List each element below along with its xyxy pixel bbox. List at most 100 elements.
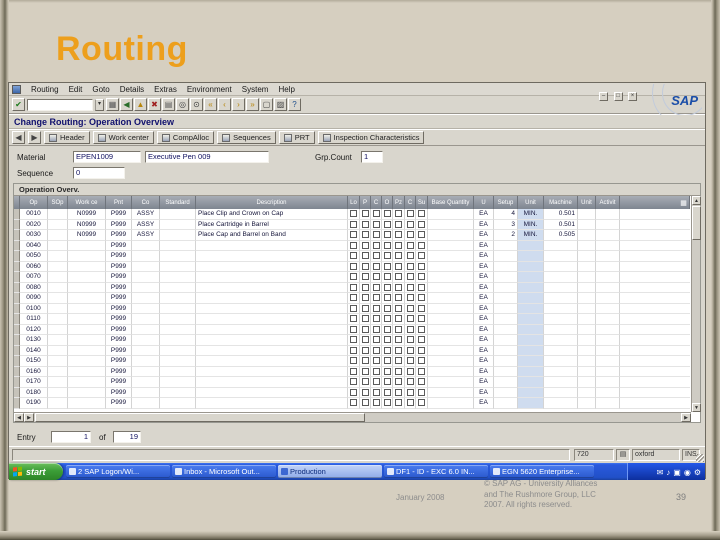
checkbox[interactable] (348, 303, 360, 314)
cell-sop[interactable] (48, 377, 68, 388)
checkbox[interactable] (393, 209, 405, 220)
last-page-icon[interactable]: » (246, 98, 259, 111)
cell-std[interactable] (160, 314, 196, 325)
column-header-p[interactable]: P (360, 196, 371, 209)
cell-bq[interactable] (428, 303, 474, 314)
checkbox[interactable] (405, 366, 416, 377)
checkbox[interactable] (393, 261, 405, 272)
cell-unit1[interactable]: MIN. (518, 219, 544, 230)
cell-bq[interactable] (428, 240, 474, 251)
checkbox[interactable] (416, 377, 428, 388)
checkbox[interactable] (405, 293, 416, 304)
cell-unit1[interactable] (518, 272, 544, 283)
table-row[interactable]: 0180 P999 EA (14, 387, 690, 398)
checkbox[interactable] (393, 356, 405, 367)
cell-pnt[interactable]: P999 (106, 366, 132, 377)
cancel-icon[interactable]: ✖ (148, 98, 161, 111)
checkbox[interactable] (382, 398, 393, 409)
cell-sop[interactable] (48, 387, 68, 398)
table-config-icon[interactable]: ▦ (678, 196, 690, 209)
checkbox[interactable] (405, 272, 416, 283)
cell-workce[interactable] (68, 272, 106, 283)
cell-u[interactable]: EA (474, 272, 494, 283)
cell-u[interactable]: EA (474, 282, 494, 293)
checkbox[interactable] (416, 261, 428, 272)
cell-activ[interactable] (596, 345, 620, 356)
cell-pnt[interactable]: P999 (106, 324, 132, 335)
cell-activ[interactable] (596, 387, 620, 398)
cell-activ[interactable] (596, 314, 620, 325)
cell-unit1[interactable] (518, 251, 544, 262)
cell-pnt[interactable]: P999 (106, 261, 132, 272)
cell-unit2[interactable] (578, 219, 596, 230)
checkbox[interactable] (360, 366, 371, 377)
cell-u[interactable]: EA (474, 314, 494, 325)
cell-workce[interactable] (68, 303, 106, 314)
checkbox[interactable] (371, 272, 382, 283)
group-counter-input[interactable]: 1 (361, 151, 383, 163)
table-row[interactable]: 0070 P999 EA (14, 272, 690, 283)
cell-unit2[interactable] (578, 230, 596, 241)
checkbox[interactable] (416, 324, 428, 335)
checkbox[interactable] (348, 261, 360, 272)
table-row[interactable]: 0040 P999 EA (14, 240, 690, 251)
cell-pnt[interactable]: P999 (106, 230, 132, 241)
table-row[interactable]: 0130 P999 EA (14, 335, 690, 346)
cell-unit2[interactable] (578, 345, 596, 356)
cell-op[interactable]: 0030 (20, 230, 48, 241)
checkbox[interactable] (416, 356, 428, 367)
checkbox[interactable] (393, 303, 405, 314)
table-row[interactable]: 0160 P999 EA (14, 366, 690, 377)
checkbox[interactable] (382, 303, 393, 314)
checkbox[interactable] (416, 272, 428, 283)
cell-sop[interactable] (48, 261, 68, 272)
checkbox[interactable] (371, 345, 382, 356)
cell-desc[interactable] (196, 272, 348, 283)
checkbox[interactable] (405, 209, 416, 220)
checkbox[interactable] (393, 293, 405, 304)
checkbox[interactable] (393, 324, 405, 335)
minimize-icon[interactable]: – (599, 92, 609, 101)
cell-unit2[interactable] (578, 282, 596, 293)
cell-unit2[interactable] (578, 240, 596, 251)
cell-co[interactable] (132, 240, 160, 251)
cell-desc[interactable] (196, 345, 348, 356)
cell-u[interactable]: EA (474, 251, 494, 262)
checkbox[interactable] (371, 293, 382, 304)
cell-workce[interactable] (68, 377, 106, 388)
checkbox[interactable] (382, 387, 393, 398)
cell-bq[interactable] (428, 293, 474, 304)
cell-workce[interactable] (68, 251, 106, 262)
cell-pnt[interactable]: P999 (106, 356, 132, 367)
find-icon[interactable]: ◎ (176, 98, 189, 111)
cell-co[interactable]: ASSY (132, 209, 160, 220)
cell-bq[interactable] (428, 230, 474, 241)
cell-workce[interactable] (68, 387, 106, 398)
checkbox[interactable] (405, 377, 416, 388)
cell-unit1[interactable] (518, 314, 544, 325)
cell-op[interactable]: 0120 (20, 324, 48, 335)
cell-co[interactable] (132, 314, 160, 325)
cell-workce[interactable]: N0999 (68, 230, 106, 241)
taskbar-item[interactable]: DF1 - ID - EXC 6.0 IN... (384, 465, 488, 478)
cell-machine[interactable] (544, 345, 578, 356)
cell-bq[interactable] (428, 377, 474, 388)
cell-std[interactable] (160, 219, 196, 230)
material-description-input[interactable]: Executive Pen 009 (145, 151, 269, 163)
checkbox[interactable] (360, 345, 371, 356)
cell-unit2[interactable] (578, 335, 596, 346)
cell-op[interactable]: 0070 (20, 272, 48, 283)
checkbox[interactable] (348, 356, 360, 367)
checkbox[interactable] (348, 230, 360, 241)
cell-u[interactable]: EA (474, 366, 494, 377)
cell-pnt[interactable]: P999 (106, 314, 132, 325)
cell-desc[interactable]: Place Cartridge in Barrel (196, 219, 348, 230)
cell-activ[interactable] (596, 219, 620, 230)
cell-op[interactable]: 0060 (20, 261, 48, 272)
checkbox[interactable] (382, 335, 393, 346)
checkbox[interactable] (360, 324, 371, 335)
security-tray-icon[interactable]: ◉ (684, 468, 691, 477)
cell-pnt[interactable]: P999 (106, 345, 132, 356)
column-header-sop[interactable]: SOp (48, 196, 68, 209)
cell-unit2[interactable] (578, 366, 596, 377)
